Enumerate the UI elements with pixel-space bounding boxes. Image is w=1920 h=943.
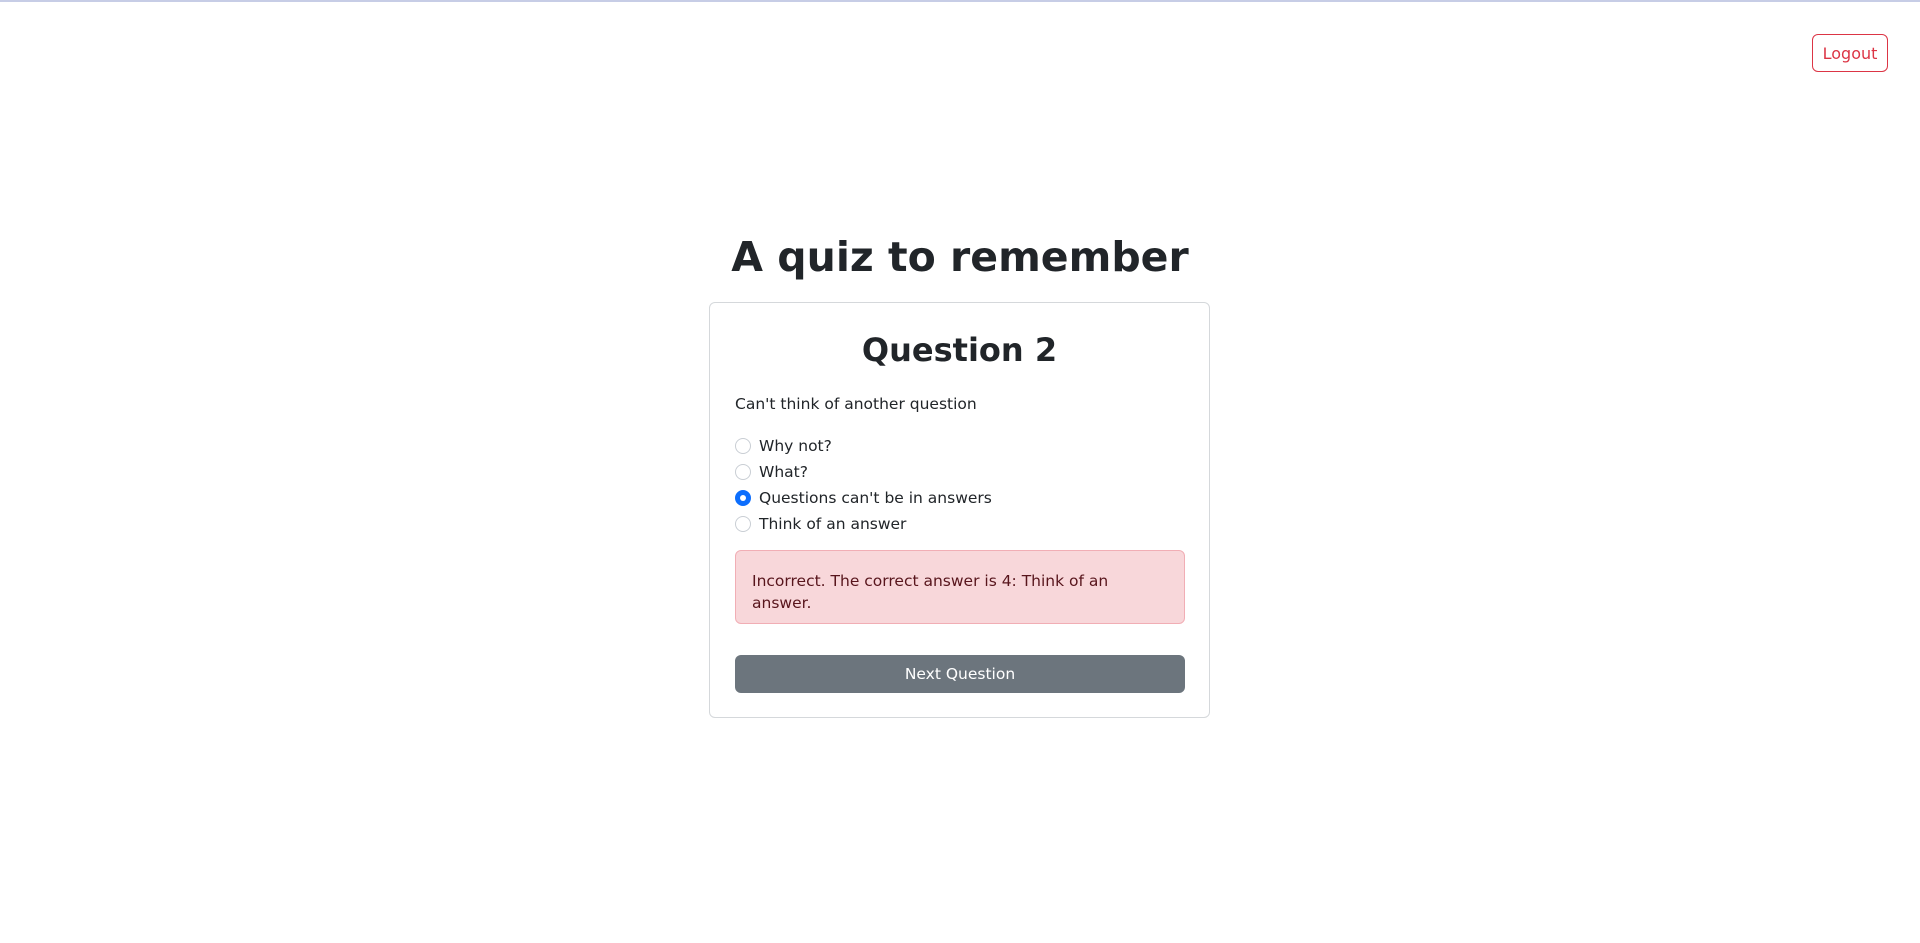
next-question-button[interactable]: Next Question [735, 655, 1185, 693]
top-border [0, 0, 1920, 2]
answer-options: Why not? What? Questions can't be in ans… [735, 433, 992, 537]
feedback-alert: Incorrect. The correct answer is 4: Thin… [735, 550, 1185, 624]
radio-button[interactable] [735, 516, 751, 532]
answer-option[interactable]: Think of an answer [735, 511, 992, 537]
answer-option[interactable]: What? [735, 459, 992, 485]
radio-button[interactable] [735, 490, 751, 506]
answer-option[interactable]: Questions can't be in answers [735, 485, 992, 511]
page-title: A quiz to remember [731, 233, 1189, 281]
answer-option-label: Why not? [759, 437, 832, 455]
radio-button[interactable] [735, 464, 751, 480]
question-title: Question 2 [861, 331, 1058, 369]
question-text: Can't think of another question [735, 395, 977, 413]
answer-option-label: What? [759, 463, 808, 481]
answer-option[interactable]: Why not? [735, 433, 992, 459]
radio-button[interactable] [735, 438, 751, 454]
question-card: Question 2 Can't think of another questi… [709, 302, 1210, 718]
answer-option-label: Think of an answer [759, 515, 907, 533]
logout-button[interactable]: Logout [1812, 34, 1888, 72]
answer-option-label: Questions can't be in answers [759, 489, 992, 507]
